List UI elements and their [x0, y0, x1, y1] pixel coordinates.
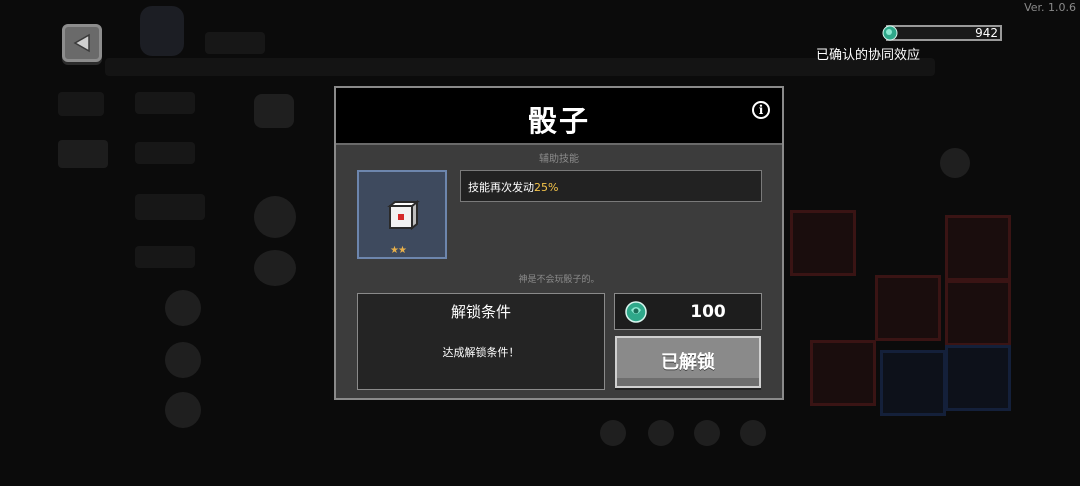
star-rating: ★★ [390, 245, 407, 256]
currency-bar: 942 [886, 25, 1002, 41]
skill-description-box: 技能再次发动25% [460, 170, 762, 202]
cost-value: 100 [690, 302, 726, 322]
synergy-label[interactable]: 已确认的协同效应 [816, 44, 920, 63]
dice-icon [387, 199, 420, 231]
flavor-text: 神是不会玩骰子的。 [518, 275, 600, 285]
cost-box: 100 [614, 293, 762, 330]
unlocked-button[interactable]: 已解锁 [615, 336, 761, 388]
info-icon[interactable]: i [752, 101, 770, 119]
unlock-condition-box: 解锁条件 达成解锁条件！ [357, 293, 605, 390]
unlock-description: 达成解锁条件！ [442, 346, 520, 359]
back-arrow-icon [73, 33, 90, 53]
back-button[interactable] [62, 24, 102, 62]
unlocked-button-label: 已解锁 [661, 352, 715, 373]
gem-icon [625, 301, 647, 323]
dialog-header: 骰子 i [336, 88, 782, 145]
version-label: Ver. 1.0.6 [1024, 1, 1076, 14]
item-slot: ★★ [357, 170, 447, 259]
dialog-title: 骰子 [527, 104, 590, 138]
skill-value: 25% [534, 181, 559, 194]
currency-value: 942 [975, 26, 998, 40]
category-label: 辅助技能 [539, 154, 579, 165]
skill-text: 技能再次发动25% [468, 179, 558, 195]
item-detail-dialog: 骰子 i 辅助技能 ★★ 技能再次发动25% 神是不会玩骰子的。 解锁条件 达成… [334, 86, 784, 400]
skill-label: 技能再次发动 [468, 181, 534, 194]
gem-icon [882, 25, 898, 41]
unlock-title: 解锁条件 [450, 303, 511, 321]
